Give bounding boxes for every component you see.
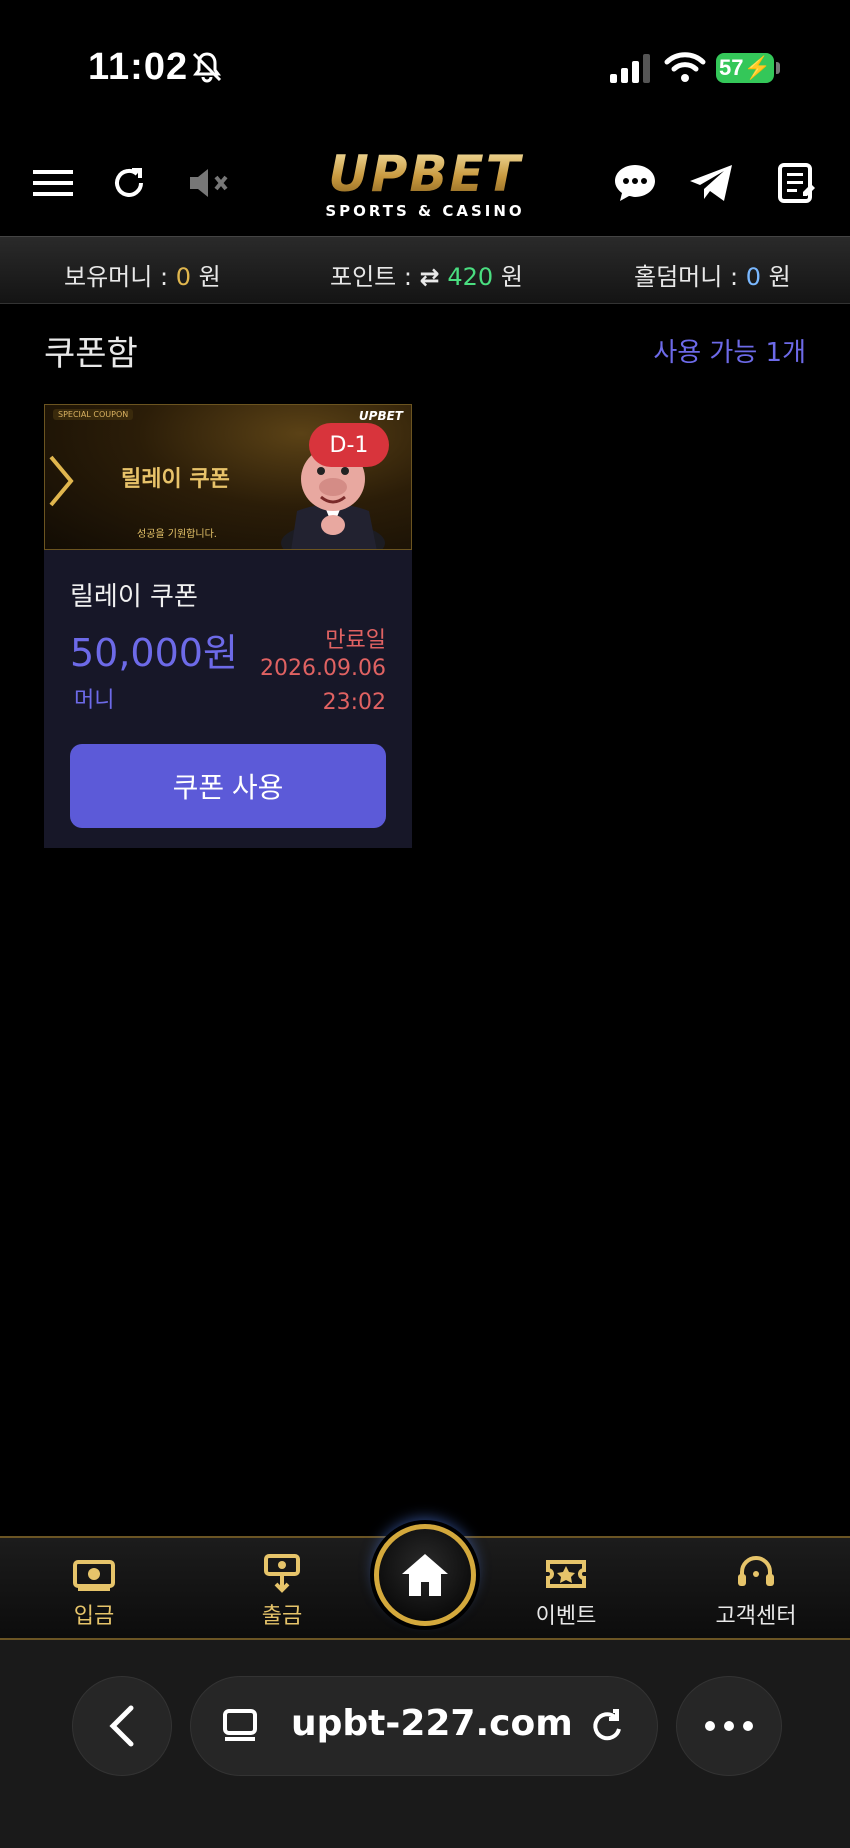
exchange-icon[interactable]: ⇄ — [420, 263, 440, 291]
expiry-label: 만료일 — [325, 628, 386, 653]
notes-icon[interactable] — [772, 158, 822, 208]
banner-logo: UPBET — [358, 409, 403, 423]
nav-withdraw-label: 출금 — [261, 1604, 303, 1629]
use-coupon-button[interactable]: 쿠폰 사용 — [70, 744, 386, 828]
ellipsis-icon — [705, 1721, 753, 1731]
balance-bar: 보유머니 : 0 원 포인트 : ⇄ 420 원 홀덤머니 : 0 원 — [0, 236, 850, 304]
coupon-amount: 50,000원 — [70, 631, 238, 675]
reload-icon[interactable] — [587, 1707, 627, 1747]
brand-logo[interactable]: UPBET SPORTS & CASINO — [300, 148, 550, 220]
browser-toolbar: upbt-227.com — [0, 1640, 850, 1848]
point-balance[interactable]: 포인트 : ⇄ 420 원 — [330, 257, 523, 292]
status-time: 11:02 — [88, 46, 189, 88]
page-title: 쿠폰함 — [44, 334, 138, 374]
battery-level: 57 — [719, 55, 744, 80]
coupon-type: 머니 — [74, 688, 115, 713]
status-bar: 11:02 57 ⚡ — [0, 0, 850, 130]
money-balance: 보유머니 : 0 원 — [64, 257, 221, 292]
point-value: 420 — [447, 263, 494, 291]
holdem-unit: 원 — [768, 263, 791, 291]
nav-withdraw[interactable]: 출금 — [222, 1554, 342, 1634]
telegram-icon[interactable] — [686, 158, 736, 208]
banner-subtitle: 성공을 기원합니다. — [137, 529, 217, 540]
tab-icon — [223, 1709, 257, 1741]
more-options-button[interactable] — [676, 1676, 782, 1776]
refresh-icon[interactable] — [104, 158, 154, 208]
nav-support[interactable]: 고객센터 — [696, 1554, 816, 1634]
expiry-time: 23:02 — [322, 690, 386, 715]
app-header: UPBET SPORTS & CASINO — [0, 130, 850, 236]
nav-deposit-label: 입금 — [73, 1604, 115, 1629]
available-count: 사용 가능 1개 — [653, 338, 806, 368]
chevron-right-icon — [49, 455, 74, 507]
signal-icon — [610, 54, 650, 83]
browser-back-button[interactable] — [72, 1676, 172, 1776]
money-value: 0 — [175, 263, 191, 291]
withdraw-icon — [264, 1554, 300, 1593]
holdem-value: 0 — [745, 263, 761, 291]
chat-icon[interactable] — [610, 158, 660, 208]
url-text: upbt-227.com — [291, 1703, 573, 1744]
holdem-label: 홀덤머니 : — [634, 263, 739, 291]
nav-deposit[interactable]: 입금 — [34, 1554, 154, 1634]
banner-title: 릴레이 쿠폰 — [121, 467, 230, 492]
support-icon — [738, 1556, 774, 1586]
nav-event[interactable]: 이벤트 — [506, 1554, 626, 1634]
point-label: 포인트 : — [330, 263, 412, 291]
d-day-badge: D-1 — [309, 423, 389, 467]
battery-cap — [776, 62, 780, 74]
nav-event-label: 이벤트 — [535, 1604, 597, 1629]
address-bar[interactable]: upbt-227.com — [190, 1676, 658, 1776]
nav-support-label: 고객센터 — [715, 1604, 797, 1629]
home-button[interactable] — [374, 1524, 476, 1626]
mute-icon[interactable] — [184, 158, 234, 208]
money-label: 보유머니 : — [64, 263, 169, 291]
menu-icon[interactable] — [28, 158, 78, 208]
chevron-left-icon — [109, 1705, 134, 1747]
home-icon — [402, 1554, 448, 1596]
coupon-name: 릴레이 쿠폰 — [70, 582, 198, 612]
battery-icon: 57 ⚡ — [716, 53, 774, 83]
deposit-icon — [73, 1560, 115, 1591]
logo-subtitle: SPORTS & CASINO — [325, 202, 525, 220]
silent-bell-icon — [192, 52, 222, 83]
event-icon — [546, 1560, 586, 1588]
point-unit: 원 — [500, 263, 523, 291]
expiry-date: 2026.09.06 — [260, 656, 386, 681]
wifi-icon — [664, 52, 706, 82]
holdem-balance: 홀덤머니 : 0 원 — [634, 257, 791, 292]
money-unit: 원 — [198, 263, 221, 291]
coupon-banner: SPECIAL COUPON 릴레이 쿠폰 성공을 기원합니다. UPBET D… — [44, 404, 412, 550]
banner-tag: SPECIAL COUPON — [53, 409, 134, 420]
logo-text: UPBET — [300, 148, 550, 200]
coupon-card: SPECIAL COUPON 릴레이 쿠폰 성공을 기원합니다. UPBET D… — [44, 404, 412, 848]
